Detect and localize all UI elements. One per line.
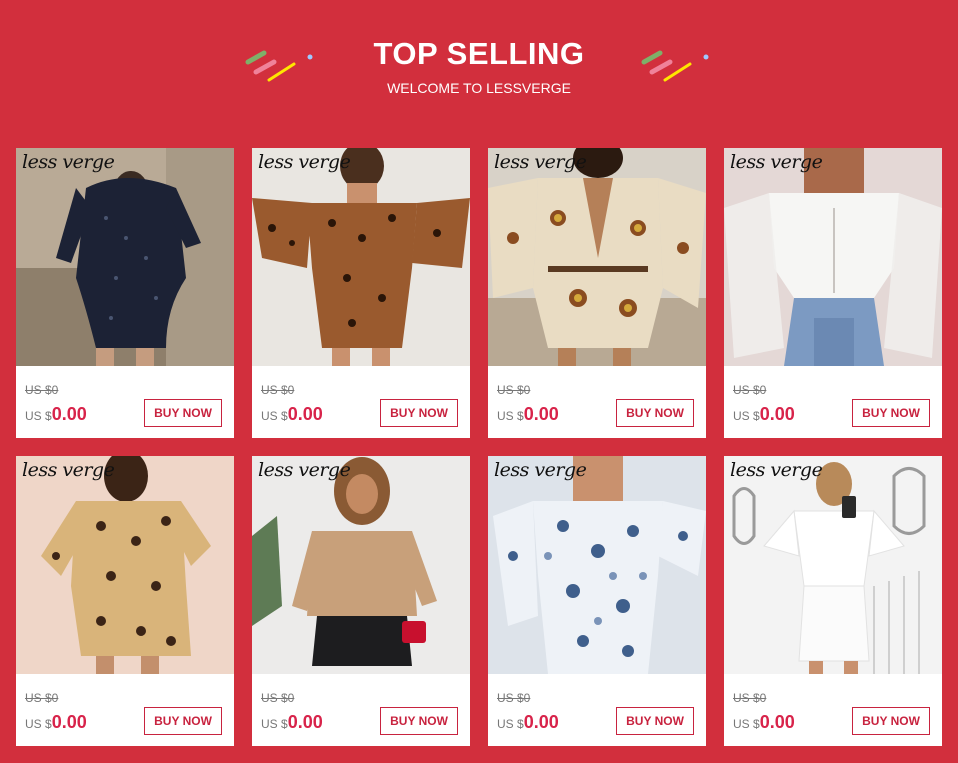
product-card[interactable]: less verge US $0 US $0.00 BUY NOW <box>252 456 470 746</box>
product-card[interactable]: less verge US $0 US $0.00 BUY NOW <box>16 148 234 438</box>
original-price: US $0 <box>733 691 767 705</box>
price-amount: 0.00 <box>51 404 87 424</box>
brand-logo: less verge <box>494 151 587 173</box>
sale-price: US $0.00 <box>25 404 87 425</box>
product-image-beige-sweater-leather-shorts[interactable]: less verge <box>252 456 470 674</box>
original-price: US $0 <box>25 383 59 397</box>
product-card[interactable]: less verge US $0 US $0.00 BUY NOW <box>488 148 706 438</box>
sale-price: US $0.00 <box>25 712 87 733</box>
buy-now-button[interactable]: BUY NOW <box>852 707 930 735</box>
original-price: US $0 <box>733 383 767 397</box>
currency-label: US $ <box>261 717 288 731</box>
price-amount: 0.00 <box>287 404 323 424</box>
price-amount: 0.00 <box>759 404 795 424</box>
brand-logo: less verge <box>494 459 587 481</box>
product-image-white-bow-dress[interactable]: less verge <box>724 456 942 674</box>
currency-label: US $ <box>25 717 52 731</box>
currency-label: US $ <box>733 409 760 423</box>
buy-now-button[interactable]: BUY NOW <box>380 707 458 735</box>
product-image-leopard-off-shoulder-dress[interactable]: less verge <box>252 148 470 366</box>
product-card[interactable]: less verge US $0 US $0.00 BUY NOW <box>252 148 470 438</box>
brand-logo: less verge <box>22 151 115 173</box>
price-amount: 0.00 <box>51 712 87 732</box>
buy-now-button[interactable]: BUY NOW <box>144 399 222 427</box>
product-image-white-corset-top[interactable]: less verge <box>724 148 942 366</box>
product-image-leopard-puff-sleeve-dress[interactable]: less verge <box>16 456 234 674</box>
brand-logo: less verge <box>730 151 823 173</box>
buy-now-button[interactable]: BUY NOW <box>380 399 458 427</box>
original-price: US $0 <box>497 383 531 397</box>
currency-label: US $ <box>497 409 524 423</box>
buy-now-button[interactable]: BUY NOW <box>616 399 694 427</box>
original-price: US $0 <box>261 691 295 705</box>
sale-price: US $0.00 <box>733 404 795 425</box>
buy-now-button[interactable]: BUY NOW <box>616 707 694 735</box>
sale-price: US $0.00 <box>261 404 323 425</box>
price-amount: 0.00 <box>759 712 795 732</box>
original-price: US $0 <box>261 383 295 397</box>
product-card[interactable]: less verge US $0 US $0.00 BUY NOW <box>16 456 234 746</box>
sale-price: US $0.00 <box>497 712 559 733</box>
brand-logo: less verge <box>22 459 115 481</box>
price-amount: 0.00 <box>287 712 323 732</box>
sale-price: US $0.00 <box>733 712 795 733</box>
original-price: US $0 <box>25 691 59 705</box>
section-header: TOP SELLING WELCOME TO LESSVERGE <box>0 0 958 120</box>
price-amount: 0.00 <box>523 712 559 732</box>
currency-label: US $ <box>733 717 760 731</box>
buy-now-button[interactable]: BUY NOW <box>144 707 222 735</box>
brand-logo: less verge <box>258 459 351 481</box>
brand-logo: less verge <box>730 459 823 481</box>
price-amount: 0.00 <box>523 404 559 424</box>
confetti-decoration-icon <box>641 50 709 82</box>
buy-now-button[interactable]: BUY NOW <box>852 399 930 427</box>
page-subtitle: WELCOME TO LESSVERGE <box>387 80 571 96</box>
page-title: TOP SELLING <box>373 36 585 71</box>
currency-label: US $ <box>261 409 288 423</box>
brand-logo: less verge <box>258 151 351 173</box>
product-image-blue-floral-dress[interactable]: less verge <box>488 456 706 674</box>
product-card[interactable]: less verge US $0 US $0.00 BUY NOW <box>724 148 942 438</box>
product-card[interactable]: less verge US $0 US $0.00 BUY NOW <box>488 456 706 746</box>
product-card[interactable]: less verge US $0 US $0.00 BUY NOW <box>724 456 942 746</box>
sale-price: US $0.00 <box>497 404 559 425</box>
currency-label: US $ <box>25 409 52 423</box>
original-price: US $0 <box>497 691 531 705</box>
product-image-black-sequin-dress[interactable]: less verge <box>16 148 234 366</box>
sale-price: US $0.00 <box>261 712 323 733</box>
currency-label: US $ <box>497 717 524 731</box>
product-image-paisley-romper[interactable]: less verge <box>488 148 706 366</box>
